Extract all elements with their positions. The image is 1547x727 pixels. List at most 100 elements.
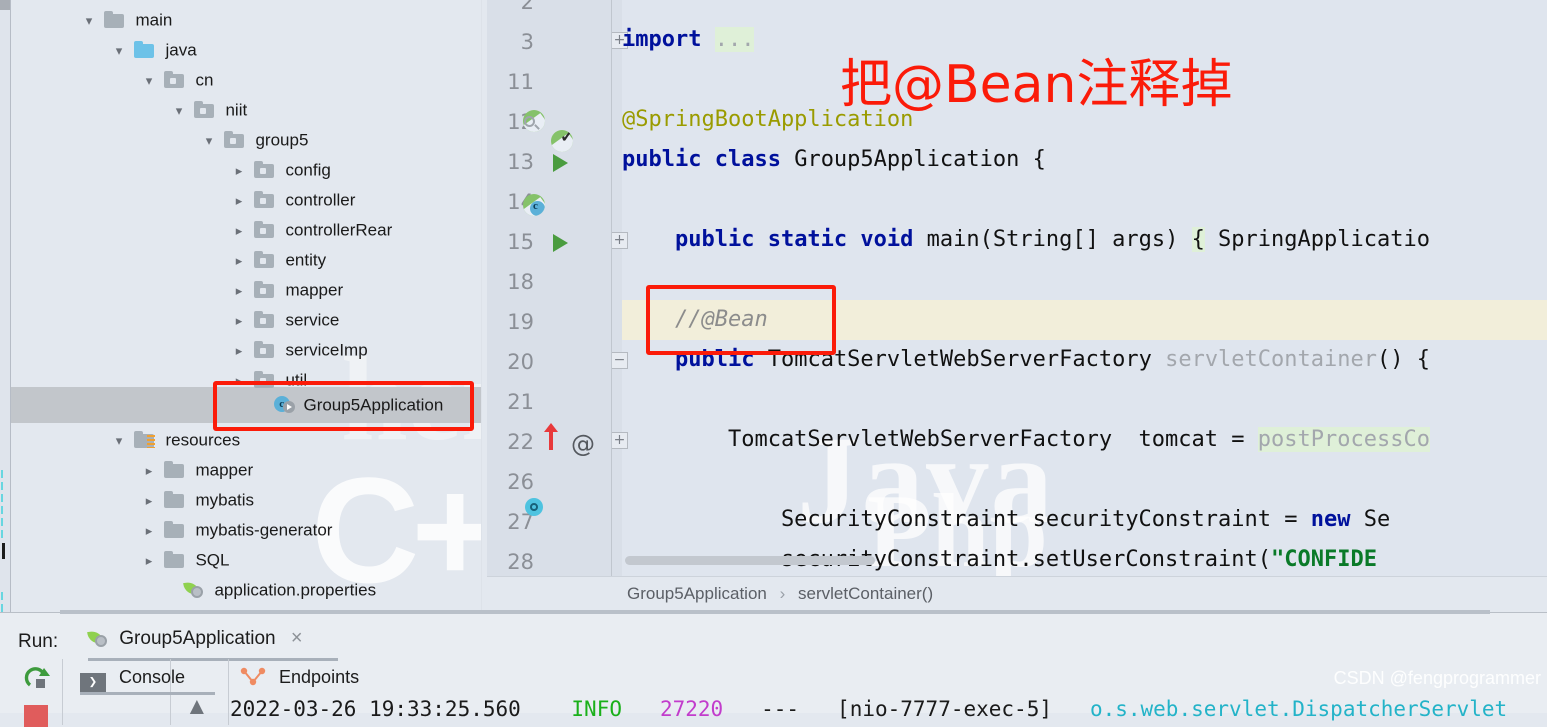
code-line[interactable]: [622, 260, 1547, 300]
chevron-down-icon[interactable]: ▾: [169, 96, 189, 126]
spring-properties-icon: [182, 581, 206, 599]
code-line[interactable]: [622, 460, 1547, 500]
code-line[interactable]: [622, 380, 1547, 420]
tree-item-serviceimp[interactable]: ▸ serviceImp: [229, 335, 368, 365]
chevron-right-icon[interactable]: ▸: [229, 366, 249, 396]
tree-item-service[interactable]: ▸ service: [229, 305, 340, 336]
line-number: 21: [507, 390, 534, 414]
chevron-right-icon[interactable]: ▸: [229, 246, 249, 276]
chevron-right-icon[interactable]: ▸: [229, 186, 249, 216]
tree-item-cn[interactable]: ▾ cn: [139, 65, 214, 96]
spacer-icon: ▸: [249, 391, 269, 421]
chevron-right-icon[interactable]: ▸: [229, 156, 249, 186]
tree-item-mybatis-generator[interactable]: ▸ mybatis-generator: [139, 515, 333, 546]
chevron-down-icon[interactable]: ▾: [199, 126, 219, 156]
run-gutter-icon[interactable]: [553, 234, 568, 252]
run-gutter-icon[interactable]: [553, 154, 568, 172]
project-tree-panel[interactable]: heme C++ ▾ main ▾ java ▾ cn ▾ niit ▾ gro: [11, 0, 482, 612]
code-line[interactable]: [622, 0, 1547, 20]
code-line[interactable]: //@Bean: [622, 300, 1547, 340]
code-line[interactable]: [622, 180, 1547, 220]
tree-item-mybatis[interactable]: ▸ mybatis: [139, 485, 254, 515]
tree-item-application-properties[interactable]: ▸ application.properties: [159, 575, 376, 605]
chevron-down-icon[interactable]: ▾: [139, 66, 159, 96]
tool-window-strip: [0, 0, 11, 612]
scroll-up-icon[interactable]: ▲: [185, 693, 209, 721]
tree-item-entity[interactable]: ▸ entity: [229, 245, 326, 275]
tree-item-controller[interactable]: ▸ controller: [229, 185, 356, 216]
implementing-arrow-icon[interactable]: [544, 423, 558, 450]
breadcrumb-class[interactable]: Group5Application: [627, 584, 767, 603]
tree-item-label: java: [165, 40, 197, 60]
chevron-down-icon[interactable]: ▾: [109, 426, 129, 456]
stop-icon[interactable]: [24, 705, 48, 727]
log-pid: 27220: [659, 697, 724, 721]
code-line[interactable]: public class Group5Application {: [622, 140, 1547, 180]
chevron-right-icon[interactable]: ▸: [139, 456, 159, 486]
tree-item-label: mapper: [285, 280, 344, 300]
strip-tick: [1, 604, 3, 612]
line-number: 22: [507, 430, 534, 454]
spring-bean-check-icon[interactable]: ✓: [551, 130, 573, 152]
chevron-right-icon[interactable]: ▸: [229, 306, 249, 336]
editor-gutter[interactable]: 2 3 11 12 13 14 15 18 19 20 21 22 26 27 …: [487, 0, 628, 576]
chevron-down-icon[interactable]: ▾: [79, 6, 99, 36]
tree-item-label: main: [135, 10, 173, 30]
breadcrumb-method[interactable]: servletContainer(): [798, 584, 933, 603]
run-sub-tabs[interactable]: ❯ Console Endpoints: [62, 659, 1542, 695]
close-icon[interactable]: ×: [281, 627, 303, 649]
tree-item-controllerrear[interactable]: ▸ controllerRear: [229, 215, 393, 246]
run-tool-window[interactable]: Run: Group5Application × ❯ Console Endpo…: [0, 610, 1547, 727]
chevron-right-icon[interactable]: ▸: [229, 336, 249, 366]
tab-console[interactable]: ❯ Console: [80, 659, 215, 695]
strip-caret: [2, 543, 5, 559]
chevron-right-icon[interactable]: ▸: [229, 216, 249, 246]
annotation-marker-icon[interactable]: @: [571, 432, 595, 456]
chevron-down-icon[interactable]: ▾: [109, 36, 129, 66]
line-number: 20: [507, 350, 534, 374]
folder-resources-icon: [133, 431, 156, 448]
tab-label: Console: [119, 667, 186, 687]
chevron-right-icon[interactable]: ▸: [139, 516, 159, 546]
log-level: INFO: [571, 697, 622, 721]
endpoints-icon: [240, 662, 266, 686]
chevron-right-icon[interactable]: ▸: [139, 486, 159, 516]
tab-endpoints[interactable]: Endpoints: [240, 659, 359, 695]
tree-item-label: mapper: [195, 460, 254, 480]
overridden-method-icon[interactable]: [525, 498, 543, 516]
tree-item-group5[interactable]: ▾ group5: [199, 125, 309, 156]
run-side-buttons[interactable]: [10, 661, 60, 727]
scrollbar-thumb[interactable]: [625, 556, 875, 565]
rerun-icon[interactable]: [24, 665, 52, 693]
tree-item-label: controllerRear: [285, 220, 393, 240]
tree-item-label: config: [285, 160, 331, 180]
panel-splitter[interactable]: [60, 610, 1490, 614]
tree-item-java[interactable]: ▾ java: [109, 35, 197, 65]
chevron-right-icon[interactable]: ▸: [139, 546, 159, 576]
tree-item-resources[interactable]: ▾ resources: [109, 425, 240, 455]
spring-config-icon[interactable]: c: [523, 194, 545, 216]
code-line[interactable]: TomcatServletWebServerFactory tomcat = p…: [622, 420, 1547, 460]
code-line[interactable]: public static void main(String[] args) {…: [622, 220, 1547, 260]
run-label: Run:: [18, 631, 59, 652]
tree-item-config[interactable]: ▸ config: [229, 155, 331, 185]
package-icon: [253, 371, 276, 388]
line-number: 15: [507, 230, 534, 254]
spacer-icon: ▸: [159, 576, 179, 606]
tree-item-mapper[interactable]: ▸ mapper: [229, 275, 343, 305]
tree-item-sql[interactable]: ▸ SQL: [139, 545, 230, 575]
tree-item-main[interactable]: ▾ main: [79, 5, 173, 36]
tree-item-resources-mapper[interactable]: ▸ mapper: [139, 455, 253, 485]
run-config-tab[interactable]: Group5Application ×: [87, 627, 338, 661]
code-line[interactable]: public TomcatServletWebServerFactory ser…: [622, 340, 1547, 380]
editor-horizontal-scrollbar[interactable]: [625, 556, 1535, 565]
strip-tick: [1, 482, 3, 490]
spring-bean-search-icon[interactable]: [523, 110, 545, 132]
package-icon: [253, 341, 276, 358]
chevron-right-icon[interactable]: ▸: [229, 276, 249, 306]
tree-item-niit[interactable]: ▾ niit: [169, 95, 247, 125]
code-line[interactable]: SecurityConstraint securityConstraint = …: [622, 500, 1547, 540]
breadcrumb[interactable]: Group5Application › servletContainer(): [487, 576, 1547, 611]
project-tree-scrollbar[interactable]: [481, 0, 482, 612]
tree-item-group5application[interactable]: ▸ c Group5Application: [249, 390, 443, 420]
